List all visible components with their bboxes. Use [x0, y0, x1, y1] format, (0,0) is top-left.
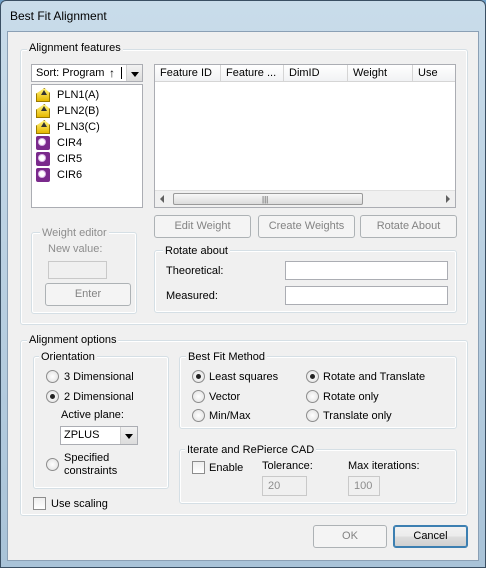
list-item-label: CIR6 — [57, 169, 83, 181]
vector-radio[interactable] — [192, 390, 205, 403]
3d-radio[interactable] — [46, 370, 59, 383]
feature-list[interactable]: PLN1(A) PLN2(B) PLN3(C) CIR4 CIR5 CIR6 — [31, 84, 143, 208]
circle-icon — [36, 152, 50, 166]
sort-direction-icon: ↑ — [109, 66, 115, 80]
combo-separator — [121, 67, 122, 79]
sort-combo-label: Sort: Program — [36, 67, 105, 79]
least-squares-radio[interactable] — [192, 370, 205, 383]
tolerance-input[interactable]: 20 — [262, 476, 307, 496]
2d-label[interactable]: 2 Dimensional — [64, 391, 134, 404]
rotate-only-radio[interactable] — [306, 390, 319, 403]
rotate-translate-radio[interactable] — [306, 370, 319, 383]
plane-icon — [36, 88, 50, 102]
dialog-window: Best Fit Alignment Alignment features So… — [0, 0, 486, 568]
tolerance-label: Tolerance: — [262, 460, 313, 472]
edit-weight-button[interactable]: Edit Weight — [154, 215, 251, 238]
list-item-label: CIR5 — [57, 153, 83, 165]
circle-icon — [36, 136, 50, 150]
theoretical-input[interactable] — [285, 261, 448, 280]
scroll-thumb[interactable]: ||| — [173, 193, 363, 205]
use-scaling-label[interactable]: Use scaling — [51, 498, 108, 511]
plane-icon — [36, 104, 50, 118]
scroll-left-icon[interactable] — [160, 195, 164, 203]
use-scaling-checkbox[interactable] — [33, 497, 46, 510]
best-fit-method-title: Best Fit Method — [186, 351, 268, 364]
circle-icon — [36, 168, 50, 182]
weight-editor-title: Weight editor — [40, 227, 109, 240]
list-item[interactable]: PLN1(A) — [36, 87, 99, 103]
list-item-label: CIR4 — [57, 137, 83, 149]
ok-button[interactable]: OK — [313, 525, 387, 548]
list-item[interactable]: CIR6 — [36, 167, 82, 183]
new-value-input[interactable] — [48, 261, 107, 279]
create-weights-button[interactable]: Create Weights — [258, 215, 355, 238]
iterate-repierce-group — [179, 449, 457, 504]
feature-grid[interactable]: Feature ID Feature ... DimID Weight Use … — [154, 64, 456, 208]
minmax-radio[interactable] — [192, 409, 205, 422]
scroll-thumb-grip: ||| — [262, 195, 269, 204]
scroll-right-icon[interactable] — [446, 195, 450, 203]
plane-icon — [36, 120, 50, 134]
rotate-about-title: Rotate about — [163, 245, 230, 258]
active-plane-label: Active plane: — [61, 409, 124, 421]
chevron-down-icon[interactable] — [120, 427, 137, 444]
cancel-button[interactable]: Cancel — [393, 525, 468, 548]
vector-label[interactable]: Vector — [209, 391, 240, 404]
column-header[interactable]: Feature ... — [221, 65, 284, 82]
column-header[interactable]: Weight — [348, 65, 413, 82]
3d-label[interactable]: 3 Dimensional — [64, 371, 134, 384]
specified-label-line2[interactable]: constraints — [64, 465, 117, 478]
translate-only-label[interactable]: Translate only — [323, 410, 392, 423]
measured-input[interactable] — [285, 286, 448, 305]
list-item[interactable]: CIR4 — [36, 135, 82, 151]
specified-label-line1[interactable]: Specified — [64, 452, 109, 465]
new-value-label: New value: — [48, 243, 103, 255]
chevron-down-icon[interactable] — [126, 65, 142, 81]
orientation-title: Orientation — [39, 351, 97, 364]
alignment-features-title: Alignment features — [27, 42, 123, 55]
title-bar[interactable]: Best Fit Alignment — [1, 1, 485, 31]
list-item-label: PLN3(C) — [57, 121, 100, 133]
active-plane-select[interactable]: ZPLUS — [60, 426, 138, 445]
active-plane-value: ZPLUS — [64, 429, 100, 441]
enter-button[interactable]: Enter — [45, 283, 131, 306]
specified-constraints-radio[interactable] — [46, 458, 59, 471]
enable-label[interactable]: Enable — [209, 462, 243, 475]
dialog-body: Alignment features Sort: Program ↑ PLN1(… — [7, 31, 479, 561]
measured-label: Measured: — [166, 290, 218, 302]
rotate-only-label[interactable]: Rotate only — [323, 391, 379, 404]
column-header[interactable]: Use — [413, 65, 455, 82]
list-item[interactable]: PLN2(B) — [36, 103, 99, 119]
iterate-repierce-title: Iterate and RePierce CAD — [185, 444, 317, 457]
max-iterations-input[interactable]: 100 — [348, 476, 380, 496]
list-item[interactable]: PLN3(C) — [36, 119, 100, 135]
sort-combo[interactable]: Sort: Program ↑ — [31, 64, 143, 82]
enable-checkbox[interactable] — [192, 461, 205, 474]
window-title: Best Fit Alignment — [10, 9, 107, 23]
list-item-label: PLN2(B) — [57, 105, 100, 117]
column-header[interactable]: Feature ID — [155, 65, 221, 82]
max-iterations-label: Max iterations: — [348, 460, 420, 472]
2d-radio[interactable] — [46, 390, 59, 403]
column-header[interactable]: DimID — [284, 65, 348, 82]
horizontal-scrollbar[interactable]: ||| — [155, 190, 455, 207]
theoretical-label: Theoretical: — [166, 265, 224, 277]
rotate-translate-label[interactable]: Rotate and Translate — [323, 371, 425, 384]
list-item[interactable]: CIR5 — [36, 151, 82, 167]
minmax-label[interactable]: Min/Max — [209, 410, 251, 423]
rotate-about-button[interactable]: Rotate About — [360, 215, 457, 238]
alignment-options-title: Alignment options — [27, 334, 119, 347]
list-item-label: PLN1(A) — [57, 89, 100, 101]
translate-only-radio[interactable] — [306, 409, 319, 422]
least-squares-label[interactable]: Least squares — [209, 371, 278, 384]
